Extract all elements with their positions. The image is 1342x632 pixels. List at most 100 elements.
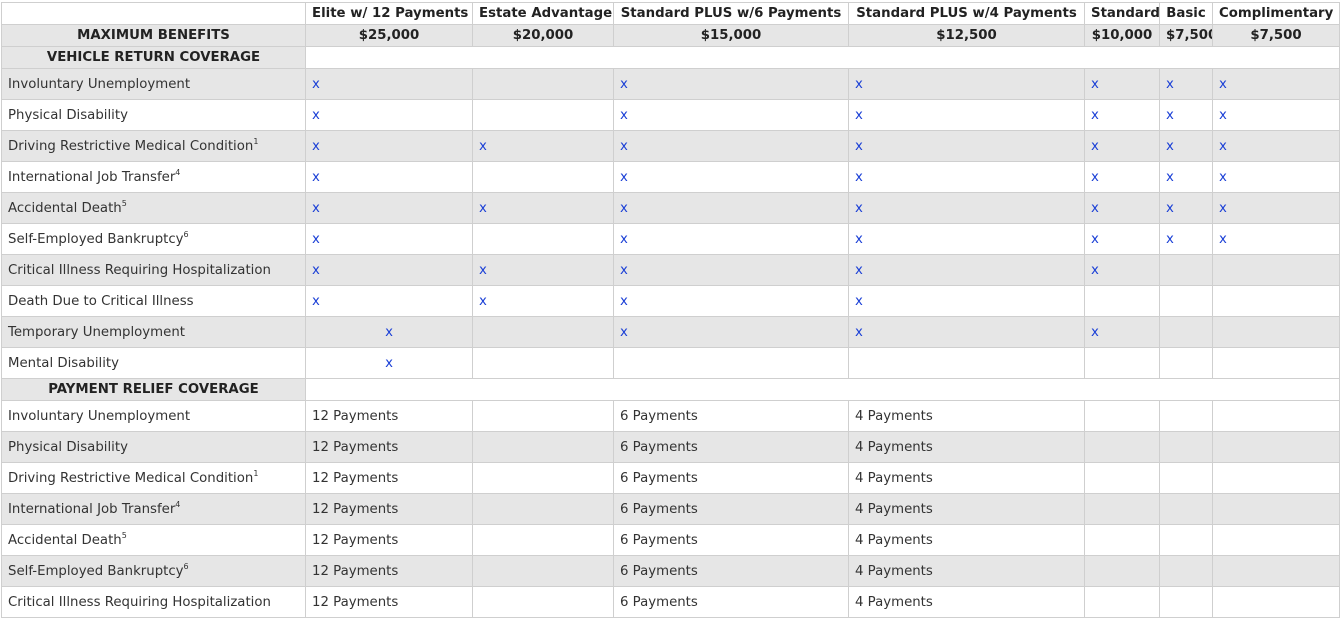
row-label: Death Due to Critical Illness bbox=[1, 285, 306, 317]
row-label: Self-Employed Bankruptcy6 bbox=[1, 223, 306, 255]
coverage-mark: x bbox=[613, 223, 849, 255]
payments-cell bbox=[472, 586, 614, 618]
coverage-mark bbox=[1159, 285, 1213, 317]
payments-cell bbox=[472, 400, 614, 432]
payments-cell bbox=[1084, 493, 1160, 525]
coverage-mark bbox=[1212, 285, 1340, 317]
payments-cell bbox=[1084, 400, 1160, 432]
row-label-text: Temporary Unemployment bbox=[8, 324, 185, 340]
coverage-mark: x bbox=[305, 316, 473, 348]
coverage-mark: x bbox=[305, 285, 473, 317]
row-label: Involuntary Unemployment bbox=[1, 68, 306, 100]
plan-name-estate-advantage: Estate Advantage bbox=[472, 2, 614, 25]
row-label: Critical Illness Requiring Hospitalizati… bbox=[1, 586, 306, 618]
coverage-mark bbox=[1159, 347, 1213, 379]
coverage-mark: x bbox=[1212, 99, 1340, 131]
coverage-mark: x bbox=[848, 192, 1085, 224]
payments-cell bbox=[1212, 586, 1340, 618]
coverage-mark: x bbox=[1084, 192, 1160, 224]
max-benefits-label: MAXIMUM BENEFITS bbox=[1, 24, 306, 47]
coverage-mark: x bbox=[1084, 223, 1160, 255]
coverage-mark: x bbox=[472, 130, 614, 162]
coverage-mark: x bbox=[1159, 68, 1213, 100]
payments-cell: 12 Payments bbox=[305, 431, 473, 463]
plan-amount-basic: $7,500 bbox=[1159, 24, 1213, 47]
row-label-text: Critical Illness Requiring Hospitalizati… bbox=[8, 594, 271, 610]
section-header-payment-relief: PAYMENT RELIEF COVERAGE bbox=[1, 378, 1340, 401]
payments-cell: 12 Payments bbox=[305, 555, 473, 587]
payments-cell: 6 Payments bbox=[613, 555, 849, 587]
payments-cell: 6 Payments bbox=[613, 524, 849, 556]
coverage-mark: x bbox=[1159, 223, 1213, 255]
coverage-mark: x bbox=[848, 68, 1085, 100]
row-label-text: International Job Transfer bbox=[8, 501, 176, 517]
row-label-text: Mental Disability bbox=[8, 355, 119, 371]
coverage-mark: x bbox=[305, 223, 473, 255]
coverage-mark: x bbox=[1159, 192, 1213, 224]
footnote-marker: 4 bbox=[175, 167, 181, 177]
payments-cell bbox=[472, 524, 614, 556]
coverage-mark bbox=[472, 316, 614, 348]
payments-cell: 12 Payments bbox=[305, 524, 473, 556]
payments-cell bbox=[472, 462, 614, 494]
payments-cell bbox=[1212, 555, 1340, 587]
payments-cell bbox=[1212, 400, 1340, 432]
coverage-mark bbox=[1084, 285, 1160, 317]
coverage-mark: x bbox=[1212, 192, 1340, 224]
payments-cell: 6 Payments bbox=[613, 493, 849, 525]
vehicle-return-section: VEHICLE RETURN COVERAGE Involuntary Unem… bbox=[1, 46, 1340, 379]
coverage-mark: x bbox=[848, 223, 1085, 255]
coverage-mark bbox=[472, 347, 614, 379]
plan-amount-standard-plus-6: $15,000 bbox=[613, 24, 849, 47]
row-label: Accidental Death5 bbox=[1, 524, 306, 556]
plan-amount-complimentary: $7,500 bbox=[1212, 24, 1340, 47]
row-label-text: Self-Employed Bankruptcy bbox=[8, 563, 184, 579]
table-row: Physical Disability 12 Payments 6 Payments… bbox=[1, 431, 1340, 463]
coverage-mark bbox=[1212, 254, 1340, 286]
coverage-mark: x bbox=[848, 130, 1085, 162]
payments-cell: 6 Payments bbox=[613, 586, 849, 618]
payments-cell: 4 Payments bbox=[848, 400, 1085, 432]
coverage-mark: x bbox=[472, 192, 614, 224]
row-label-text: Involuntary Unemployment bbox=[8, 408, 191, 424]
coverage-mark: x bbox=[848, 254, 1085, 286]
coverage-mark: x bbox=[848, 285, 1085, 317]
row-label-text: Accidental Death bbox=[8, 200, 122, 216]
row-label-text: Death Due to Critical Illness bbox=[8, 293, 194, 309]
payments-cell: 4 Payments bbox=[848, 431, 1085, 463]
footnote-marker: 1 bbox=[253, 468, 259, 478]
payments-cell: 4 Payments bbox=[848, 462, 1085, 494]
table-row: Driving Restrictive Medical Condition1 x x… bbox=[1, 130, 1340, 162]
plan-name-basic: Basic bbox=[1159, 2, 1213, 25]
plan-name-standard-plus-4: Standard PLUS w/4 Payments bbox=[848, 2, 1085, 25]
table-row: Accidental Death5 12 Payments 6 Payments 4 … bbox=[1, 524, 1340, 556]
section-spacer bbox=[305, 46, 1340, 69]
coverage-mark: x bbox=[1084, 161, 1160, 193]
coverage-mark: x bbox=[305, 68, 473, 100]
row-label: Physical Disability bbox=[1, 99, 306, 131]
footnote-marker: 4 bbox=[175, 499, 181, 509]
coverage-mark: x bbox=[613, 130, 849, 162]
row-label-text: Physical Disability bbox=[8, 439, 128, 455]
payments-cell bbox=[1084, 524, 1160, 556]
payments-cell: 6 Payments bbox=[613, 400, 849, 432]
row-label: Accidental Death5 bbox=[1, 192, 306, 224]
row-label-text: Physical Disability bbox=[8, 107, 128, 123]
payments-cell bbox=[1159, 400, 1213, 432]
coverage-mark: x bbox=[848, 316, 1085, 348]
row-label: Physical Disability bbox=[1, 431, 306, 463]
payments-cell: 12 Payments bbox=[305, 493, 473, 525]
coverage-mark: x bbox=[1212, 130, 1340, 162]
coverage-mark bbox=[1159, 316, 1213, 348]
footnote-marker: 1 bbox=[253, 136, 259, 146]
row-label-text: Self-Employed Bankruptcy bbox=[8, 231, 184, 247]
table-row: Involuntary Unemployment 12 Payments 6 Pay… bbox=[1, 400, 1340, 432]
payments-cell: 12 Payments bbox=[305, 586, 473, 618]
payments-cell: 4 Payments bbox=[848, 493, 1085, 525]
row-label: Driving Restrictive Medical Condition1 bbox=[1, 130, 306, 162]
payments-cell bbox=[1212, 524, 1340, 556]
payments-cell bbox=[1159, 462, 1213, 494]
coverage-mark: x bbox=[1212, 68, 1340, 100]
table-row: International Job Transfer4 12 Payments 6 … bbox=[1, 493, 1340, 525]
row-label-text: Driving Restrictive Medical Condition bbox=[8, 470, 254, 486]
